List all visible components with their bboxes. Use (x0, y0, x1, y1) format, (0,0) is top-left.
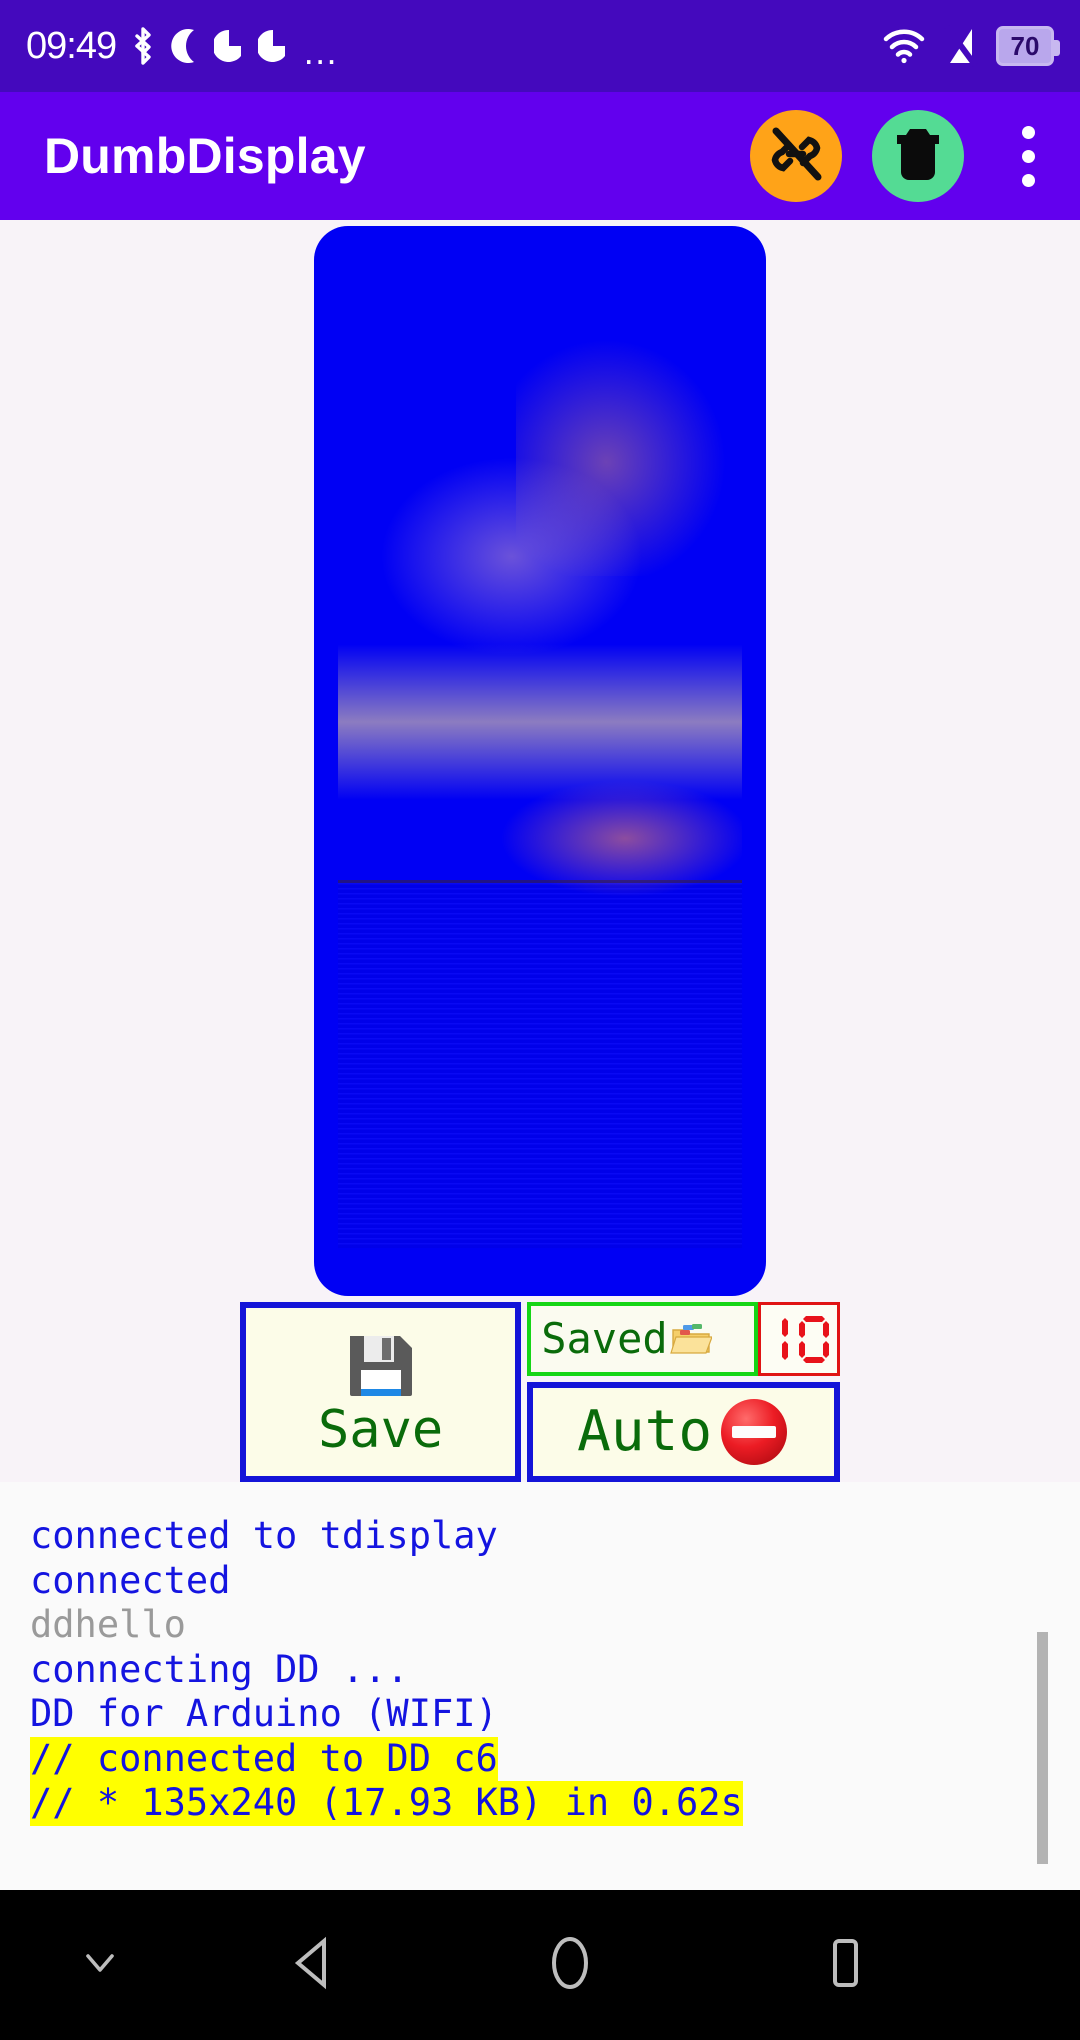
broken-link-icon (765, 123, 827, 190)
log-line: connecting DD ... (30, 1647, 409, 1691)
overflow-menu-button[interactable] (1000, 110, 1056, 202)
auto-button[interactable]: Auto (527, 1382, 840, 1482)
open-file-folder-icon (669, 1318, 713, 1360)
log-pane[interactable]: connected to tdisplay connected ddhello … (0, 1482, 1080, 1890)
cloud-highlight (370, 449, 654, 664)
save-button[interactable]: Save (240, 1302, 522, 1482)
clear-button[interactable] (872, 110, 964, 202)
cloud-highlight (338, 644, 742, 800)
recents-button[interactable] (710, 1935, 980, 1996)
seven-segment-value (767, 1313, 831, 1365)
app-bar-actions (750, 110, 1056, 202)
google-g-icon (258, 26, 288, 66)
gmail-g-icon (214, 26, 244, 66)
auto-button-label: Auto (577, 1399, 713, 1464)
app-title: DumbDisplay (44, 128, 366, 184)
battery-indicator: 70 (996, 26, 1060, 66)
log-line: ddhello (30, 1603, 186, 1646)
saved-status-label: Saved (527, 1302, 758, 1376)
home-button[interactable] (430, 1933, 710, 1998)
canvas-pane: Save Saved Auto (0, 220, 1080, 1482)
log-line: // connected to DD c6 (30, 1736, 498, 1781)
status-bar-clock: 09:49 (26, 24, 117, 67)
kebab-menu-icon (1021, 173, 1035, 187)
log-line: connected to tdisplay (30, 1514, 498, 1557)
save-button-label: Save (317, 1400, 444, 1460)
sunset-over-ocean-photo (338, 274, 742, 1248)
navigation-bar (0, 1890, 1080, 2040)
wifi-icon (882, 26, 926, 66)
app-root: 09:49 … 70 DumbDisplay Save Saved Auto c… (0, 0, 1080, 2040)
trash-icon (890, 124, 946, 189)
app-bar: DumbDisplay (0, 92, 1080, 220)
log-line: connected (30, 1558, 231, 1602)
back-triangle-icon (288, 1935, 342, 1996)
log-line: // * 135x240 (17.93 KB) in 0.62s (30, 1781, 743, 1826)
status-bar-left: 09:49 … (26, 24, 341, 72)
log-scrollbar[interactable] (1037, 1632, 1048, 1864)
graphical-layer[interactable] (314, 226, 766, 1296)
disconnect-button[interactable] (750, 110, 842, 202)
kebab-menu-icon (1021, 125, 1035, 139)
no-entry-icon (718, 1396, 790, 1468)
status-bar: 09:49 … 70 (0, 0, 1080, 92)
bluetooth-icon (130, 26, 156, 66)
controls-row: Save Saved Auto (240, 1302, 840, 1482)
saved-status-text: Saved (541, 1314, 668, 1363)
back-button[interactable] (200, 1935, 430, 1996)
right-controls-column: Saved Auto (527, 1302, 840, 1482)
battery-level-text: 70 (1010, 30, 1040, 61)
main-body: Save Saved Auto connected to tdisplay co… (0, 220, 1080, 2040)
seven-segment-display (758, 1302, 840, 1376)
status-row: Saved (527, 1302, 840, 1376)
kebab-menu-icon (1021, 149, 1035, 163)
hide-keyboard-button[interactable] (0, 1946, 200, 1985)
more-notifications-ellipsis: … (302, 31, 341, 72)
ocean-water (338, 882, 742, 1248)
log-line: DD for Arduino (WIFI) (30, 1692, 498, 1735)
do-not-disturb-moon-icon (170, 26, 200, 66)
home-circle-icon (542, 1933, 598, 1998)
status-bar-right: 70 (882, 25, 1060, 67)
recents-square-icon (823, 1935, 867, 1996)
no-signal-icon (944, 25, 978, 67)
floppy-disk-icon (344, 1328, 418, 1402)
chevron-down-icon (78, 1946, 122, 1985)
